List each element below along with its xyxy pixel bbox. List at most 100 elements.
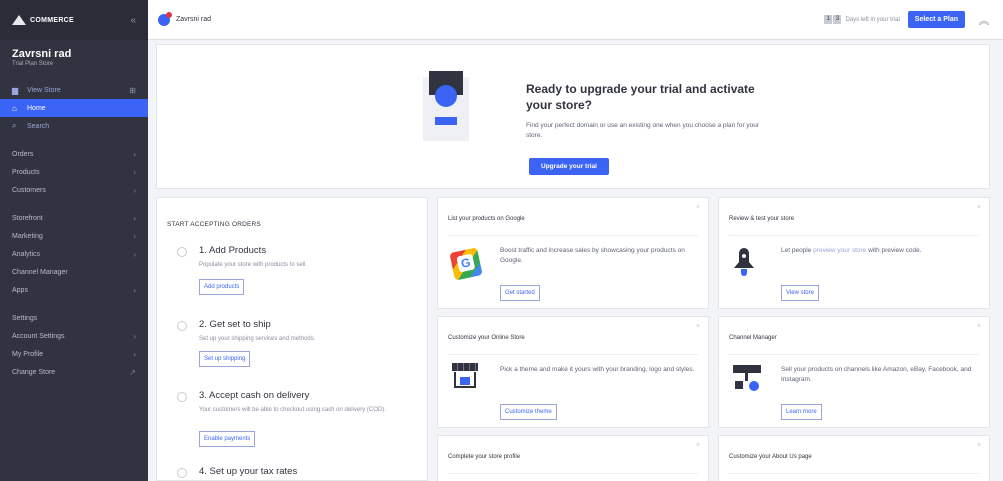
days-digit: 1 [824,15,833,24]
chevron-right-icon: › [133,331,136,341]
rocket-icon [734,248,754,278]
sidebar-item-channel-manager[interactable]: Channel Manager [0,263,148,281]
chevron-right-icon: › [133,285,136,295]
sidebar-item-apps[interactable]: Apps › [0,281,148,299]
view-store-label: View Store [27,86,61,94]
sidebar-item-change-store[interactable]: Change Store ↗ [0,363,148,381]
store-info: Zavrsni rad Trial Plan Store [0,40,148,73]
chevron-right-icon: › [133,349,136,359]
card-description: Boost traffic and increase sales by show… [500,247,685,264]
sidebar-item-label: Products [12,168,40,176]
sidebar-item-storefront[interactable]: Storefront › [0,209,148,227]
close-icon[interactable]: × [977,204,981,211]
sidebar-item-products[interactable]: Products › [0,163,148,181]
topbar-store-name[interactable]: Zavrsni rad [176,16,211,23]
brand-logo[interactable]: COMMERCE « [0,0,148,40]
sidebar-item-analytics[interactable]: Analytics › [0,245,148,263]
learn-more-button[interactable]: Learn more [781,404,822,420]
card-review-store: Review & test your store × Let people pr… [718,197,990,309]
preview-store-link[interactable]: preview your store [813,247,866,254]
close-icon[interactable]: × [977,323,981,330]
select-plan-button[interactable]: Select a Plan [907,11,965,28]
channels-icon [733,365,761,391]
store-avatar-icon[interactable] [158,11,172,26]
add-products-button[interactable]: Add products [199,279,245,295]
card-about-us: Customize your About Us page × [718,435,990,481]
chevron-right-icon: › [133,249,136,259]
storefront-icon: ▆ [12,85,19,95]
storefront-icon [452,363,478,389]
step-description: Your customers will be able to checkout … [199,407,386,413]
home-icon: ⌂ [12,103,17,113]
upgrade-banner: Ready to upgrade your trial and activate… [156,44,990,189]
search-icon: ⌕ [12,121,17,130]
sidebar-item-my-profile[interactable]: My Profile › [0,345,148,363]
desc-text: with preview code. [866,247,922,254]
collapse-sidebar-icon[interactable]: « [130,15,136,26]
close-icon[interactable]: × [696,323,700,330]
step-status-circle-icon [177,392,187,402]
days-left-text: Days left in your trial [845,16,900,23]
step-status-circle-icon [177,321,187,331]
sidebar-item-label: Customers [12,186,46,194]
collapse-up-icon[interactable]: ︽ [975,12,993,28]
sidebar-item-label: Storefront [12,214,43,222]
upgrade-trial-button[interactable]: Upgrade your trial [529,158,609,175]
get-started-button[interactable]: Get started [500,285,540,301]
trial-status: 1 3 Days left in your trial Select a Pla… [824,11,993,28]
card-title: Complete your store profile [448,454,521,460]
sidebar-item-label: Apps [12,286,28,294]
step-description: Populate your store with products to sel… [199,262,308,268]
close-icon[interactable]: × [977,442,981,449]
sidebar-item-customers[interactable]: Customers › [0,181,148,199]
sidebar-item-label: Channel Manager [12,268,68,276]
checklist-title: START ACCEPTING ORDERS [167,221,261,228]
set-up-shipping-button[interactable]: Set up shipping [199,351,251,367]
banner-title: Ready to upgrade your trial and activate… [526,82,755,112]
step-status-circle-icon [177,468,187,478]
top-bar: Zavrsni rad 1 3 Days left in your trial … [148,0,1003,40]
enable-payments-button[interactable]: Enable payments [199,431,256,447]
search-label: Search [27,122,50,130]
close-icon[interactable]: × [696,442,700,449]
sidebar-item-label: Change Store [12,368,56,376]
card-google: List your products on Google × G Boost t… [437,197,709,309]
sidebar-item-search[interactable]: ⌕ Search [0,117,148,135]
sidebar-item-account-settings[interactable]: Account Settings › [0,327,148,345]
sidebar-item-marketing[interactable]: Marketing › [0,227,148,245]
sidebar-item-label: Account Settings [12,332,65,340]
chevron-right-icon: › [133,231,136,241]
banner-text: Find your perfect domain or use an exist… [526,122,760,139]
apps-grid-icon[interactable]: ⊞ [129,86,136,95]
sidebar-item-label: My Profile [12,350,44,358]
close-icon[interactable]: × [696,204,700,211]
customize-theme-button[interactable]: Customize theme [500,404,557,420]
chevron-right-icon: › [133,185,136,195]
store-name: Zavrsni rad [12,48,72,60]
card-title: Review & test your store [729,216,795,222]
chevron-right-icon: › [133,149,136,159]
external-link-icon: ↗ [129,367,136,377]
upgrade-illustration-icon [415,71,477,149]
view-store-link[interactable]: ▆ View Store ⊞ [0,81,148,99]
sidebar-item-orders[interactable]: Orders › [0,145,148,163]
card-title: List your products on Google [448,216,525,222]
sidebar-item-home[interactable]: ⌂ Home [0,99,148,117]
google-icon: G [449,247,483,281]
start-accepting-orders-card: START ACCEPTING ORDERS 1. Add Products P… [156,197,428,481]
card-title: Customize your Online Store [448,335,525,341]
sidebar-item-label: Analytics [12,250,41,258]
days-digit: 3 [833,15,842,24]
step-description: Set up your shipping services and method… [199,336,316,342]
card-title: Customize your About Us page [729,454,812,460]
step-title: 4. Set up your tax rates [199,466,298,477]
store-plan: Trial Plan Store [12,61,54,67]
card-title: Channel Manager [729,335,777,341]
card-store-profile: Complete your store profile × [437,435,709,481]
card-description: Let people preview your store with previ… [781,246,981,256]
view-store-button[interactable]: View store [781,285,819,301]
chevron-right-icon: › [133,167,136,177]
sidebar-item-settings[interactable]: Settings [0,309,148,327]
card-channel-manager: Channel Manager × Sell your products on … [718,316,990,428]
desc-text: Let people [781,247,814,254]
